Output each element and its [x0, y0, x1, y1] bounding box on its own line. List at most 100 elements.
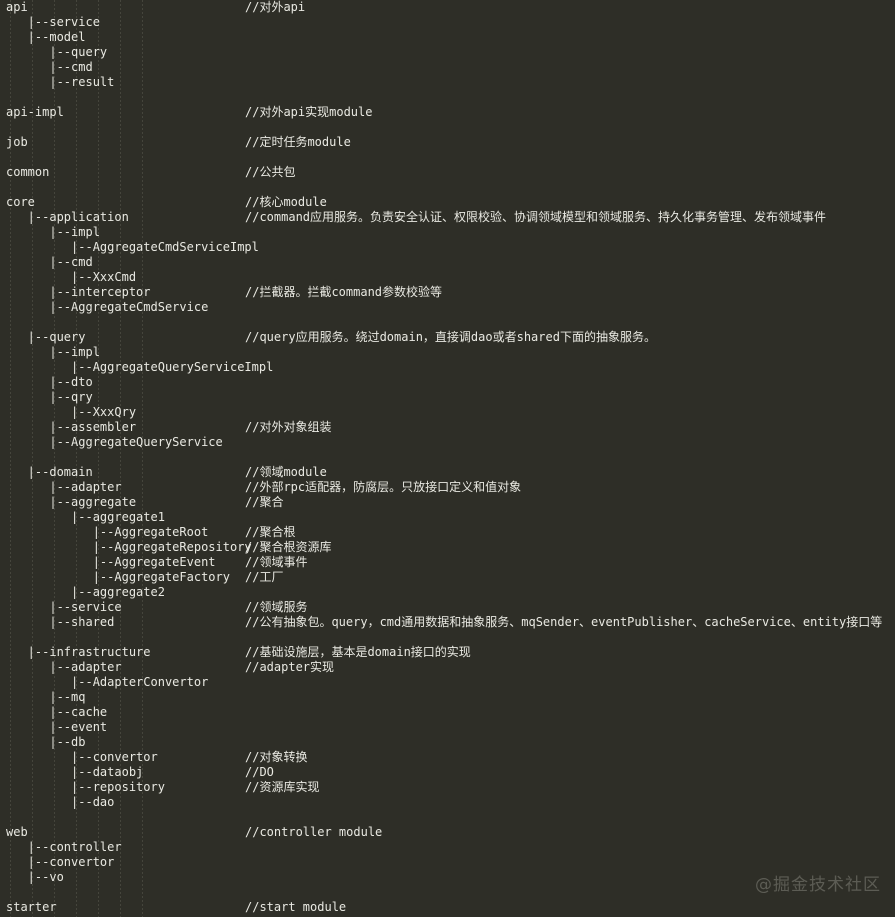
- code-comment: //公共包: [245, 165, 296, 179]
- code-line: common //公共包: [0, 165, 895, 180]
- code-path: |--AggregateQueryServiceImpl: [6, 360, 274, 374]
- code-comment: //controller module: [245, 825, 383, 839]
- code-line: |--repository //资源库实现: [0, 780, 895, 795]
- code-path: |--AggregateEvent: [6, 555, 216, 569]
- code-path: |--convertor: [6, 855, 115, 869]
- code-path: |--XxxCmd: [6, 270, 137, 284]
- code-comment: //command应用服务。负责安全认证、权限校验、协调领域模型和领域服务、持久…: [245, 210, 827, 224]
- code-comment: //adapter实现: [245, 660, 335, 674]
- code-path: core: [6, 195, 35, 209]
- code-line: api-impl //对外api实现module: [0, 105, 895, 120]
- code-line: |--adapter //外部rpc适配器，防腐层。只放接口定义和值对象: [0, 480, 895, 495]
- code-line: |--model: [0, 30, 895, 45]
- code-path: |--query: [6, 330, 86, 344]
- code-line: |--dao: [0, 795, 895, 810]
- code-path: |--assembler: [6, 420, 137, 434]
- code-line: |--db: [0, 735, 895, 750]
- code-line: |--domain //领域module: [0, 465, 895, 480]
- code-line: |--dataobj //DO: [0, 765, 895, 780]
- code-line: web //controller module: [0, 825, 895, 840]
- code-comment: //拦截器。拦截command参数校验等: [245, 285, 443, 299]
- code-line: |--result: [0, 75, 895, 90]
- code-path: |--AggregateRoot: [6, 525, 209, 539]
- code-path: |--adapter: [6, 660, 122, 674]
- code-comment: //定时任务module: [245, 135, 351, 149]
- code-line: |--aggregate1: [0, 510, 895, 525]
- code-path: |--infrastructure: [6, 645, 151, 659]
- code-line: |--assembler //对外对象组装: [0, 420, 895, 435]
- code-comment: //聚合: [245, 495, 284, 509]
- code-path: api-impl: [6, 105, 64, 119]
- code-line: |--AdapterConvertor: [0, 675, 895, 690]
- code-line: |--event: [0, 720, 895, 735]
- code-path: |--convertor: [6, 750, 158, 764]
- code-path: |--AggregateCmdServiceImpl: [6, 240, 259, 254]
- code-path: job: [6, 135, 28, 149]
- code-comment: //基础设施层，基本是domain接口的实现: [245, 645, 471, 659]
- code-line: job //定时任务module: [0, 135, 895, 150]
- code-path: |--impl: [6, 225, 100, 239]
- code-path: web: [6, 825, 28, 839]
- code-path: |--AggregateCmdService: [6, 300, 209, 314]
- code-path: |--controller: [6, 840, 122, 854]
- code-path: |--impl: [6, 345, 100, 359]
- code-comment: //对象转换: [245, 750, 308, 764]
- code-block: api //对外api |--service |--model |--query …: [0, 0, 895, 917]
- code-line: |--dto: [0, 375, 895, 390]
- code-line: |--AggregateQueryServiceImpl: [0, 360, 895, 375]
- code-line: |--shared //公有抽象包。query，cmd通用数据和抽象服务、mqSe…: [0, 615, 895, 630]
- code-comment: //DO: [245, 765, 274, 779]
- code-path: |--vo: [6, 870, 64, 884]
- code-line: |--service //领域服务: [0, 600, 895, 615]
- code-path: |--query: [6, 45, 108, 59]
- code-line: |--cmd: [0, 255, 895, 270]
- code-path: |--event: [6, 720, 108, 734]
- code-path: |--model: [6, 30, 86, 44]
- code-line: |--AggregateCmdService: [0, 300, 895, 315]
- code-line: |--adapter //adapter实现: [0, 660, 895, 675]
- code-line: |--query //query应用服务。绕过domain，直接调dao或者sha…: [0, 330, 895, 345]
- code-path: |--aggregate: [6, 495, 137, 509]
- code-path: |--aggregate1: [6, 510, 165, 524]
- code-comment: //资源库实现: [245, 780, 320, 794]
- code-comment: //领域module: [245, 465, 327, 479]
- code-comment: //公有抽象包。query，cmd通用数据和抽象服务、mqSender、even…: [245, 615, 883, 629]
- code-comment: //聚合根资源库: [245, 540, 332, 554]
- code-path: |--service: [6, 15, 100, 29]
- code-path: |--shared: [6, 615, 115, 629]
- code-path: |--XxxQry: [6, 405, 137, 419]
- code-line: |--cache: [0, 705, 895, 720]
- code-line: |--query: [0, 45, 895, 60]
- code-path: |--service: [6, 600, 122, 614]
- code-path: |--dao: [6, 795, 115, 809]
- code-path: |--interceptor: [6, 285, 151, 299]
- code-path: |--cmd: [6, 255, 93, 269]
- code-comment: //start module: [245, 900, 347, 914]
- code-path: |--AggregateRepository: [6, 540, 252, 554]
- code-comment: //核心module: [245, 195, 327, 209]
- code-line: |--AggregateRepository//聚合根资源库: [0, 540, 895, 555]
- code-line: |--AggregateEvent //领域事件: [0, 555, 895, 570]
- code-line: starter //start module: [0, 900, 895, 915]
- code-line: |--aggregate2: [0, 585, 895, 600]
- code-path: |--cache: [6, 705, 108, 719]
- code-path: |--db: [6, 735, 86, 749]
- code-line: |--XxxCmd: [0, 270, 895, 285]
- code-comment: //工厂: [245, 570, 284, 584]
- watermark: @掘金技术社区: [755, 875, 881, 895]
- code-line: |--convertor //对象转换: [0, 750, 895, 765]
- code-path: |--adapter: [6, 480, 122, 494]
- code-line: |--XxxQry: [0, 405, 895, 420]
- code-path: |--mq: [6, 690, 86, 704]
- code-comment: //外部rpc适配器，防腐层。只放接口定义和值对象: [245, 480, 522, 494]
- code-path: |--application: [6, 210, 129, 224]
- code-line: |--AggregateFactory //工厂: [0, 570, 895, 585]
- code-path: |--AggregateQueryService: [6, 435, 223, 449]
